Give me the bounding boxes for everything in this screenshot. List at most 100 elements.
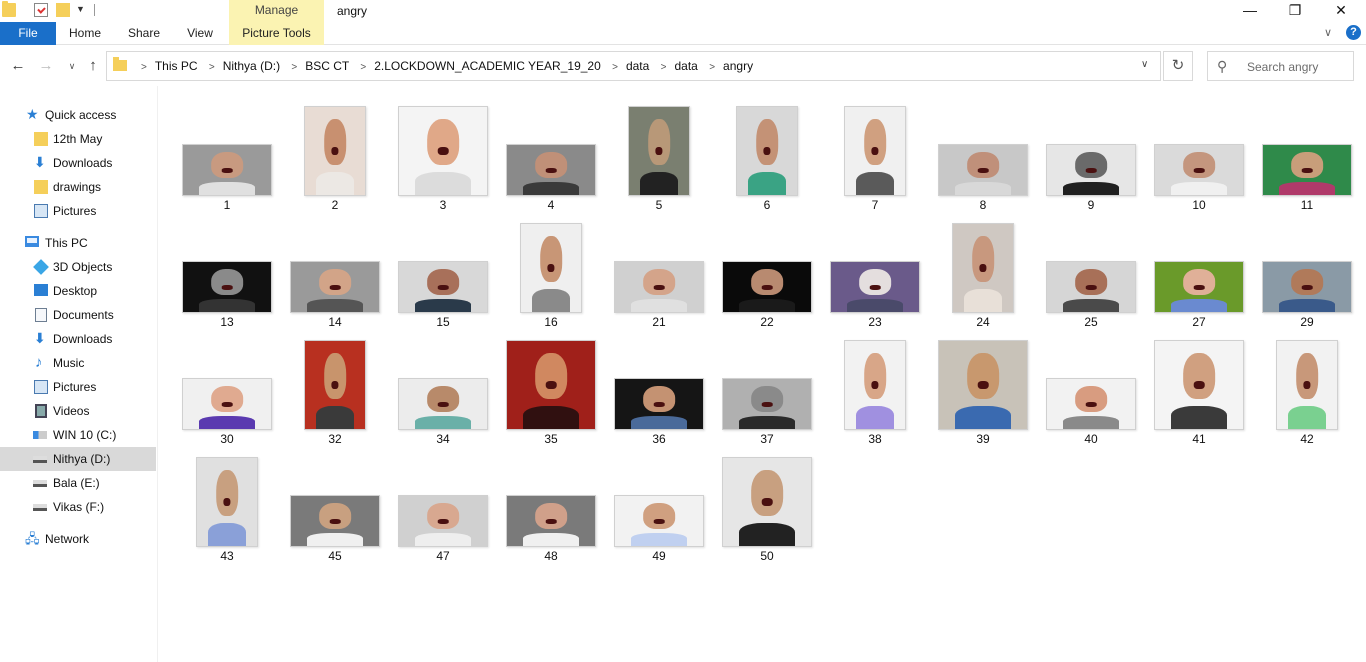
sidebar-item-quick-access[interactable]: ★ Quick access [0,103,156,127]
breadcrumb-separator[interactable]: > [612,62,618,73]
file-item[interactable]: 9 [1037,96,1145,213]
breadcrumb-item[interactable]: data [626,59,649,73]
close-button[interactable]: ✕ [1318,0,1364,22]
file-item[interactable]: 48 [497,447,605,564]
file-item[interactable]: 7 [821,96,929,213]
file-item[interactable]: 5 [605,96,713,213]
tab-share[interactable]: Share [116,22,172,45]
recent-locations-chevron-icon[interactable]: ∨ [62,56,82,76]
file-item[interactable]: 25 [1037,213,1145,330]
breadcrumb-item[interactable]: data [675,59,698,73]
folder-icon[interactable] [2,1,16,17]
file-item[interactable]: 36 [605,330,713,447]
breadcrumb-separator[interactable]: > [141,62,147,73]
file-item[interactable]: 27 [1145,213,1253,330]
tab-picture-tools[interactable]: Picture Tools [229,22,324,45]
breadcrumb-item-current[interactable]: angry [723,59,753,73]
file-item[interactable]: 1 [173,96,281,213]
breadcrumb-item[interactable]: Nithya (D:) [223,59,280,73]
file-item[interactable]: 34 [389,330,497,447]
breadcrumb-separator[interactable]: > [360,62,366,73]
file-item[interactable]: 23 [821,213,929,330]
file-item[interactable]: 35 [497,330,605,447]
file-item[interactable]: 14 [281,213,389,330]
file-item[interactable]: 24 [929,213,1037,330]
restore-button[interactable]: ❐ [1272,0,1318,22]
file-item[interactable]: 22 [713,213,821,330]
file-item[interactable]: 37 [713,330,821,447]
file-item[interactable]: 29 [1253,213,1361,330]
sidebar-item-nithya-d[interactable]: Nithya (D:) [0,447,156,471]
back-arrow-icon[interactable]: ← [8,56,28,76]
sidebar-item-pictures-pc[interactable]: Pictures [0,375,156,399]
tab-manage[interactable]: Manage [229,0,324,22]
photo-subject-body [1287,406,1327,429]
tab-home[interactable]: Home [58,22,112,45]
file-item[interactable]: 32 [281,330,389,447]
file-item[interactable]: 15 [389,213,497,330]
file-item[interactable]: 4 [497,96,605,213]
file-item[interactable]: 10 [1145,96,1253,213]
file-item[interactable]: 39 [929,330,1037,447]
breadcrumb-item[interactable]: 2.LOCKDOWN_ACADEMIC YEAR_19_20 [374,59,601,73]
sidebar-item-pictures[interactable]: Pictures [0,199,156,223]
breadcrumb-separator[interactable]: > [209,62,215,73]
image-thumbnail [196,457,258,547]
sidebar-item-12th-may[interactable]: 12th May [0,127,156,151]
search-input[interactable]: ⚲ Search angry [1207,51,1354,81]
file-item[interactable]: 49 [605,447,713,564]
expand-ribbon-chevron-icon[interactable]: ∨ [1324,26,1332,39]
sidebar-item-3d-objects[interactable]: 3D Objects [0,255,156,279]
photo-subject-body [855,406,895,429]
breadcrumb-separator[interactable]: > [291,62,297,73]
breadcrumb-item[interactable]: BSC CT [305,59,349,73]
new-folder-icon[interactable] [56,3,70,17]
sidebar-item-bala-e[interactable]: Bala (E:) [0,471,156,495]
customize-quick-access-chevron-icon[interactable]: ▼ [76,4,85,14]
sidebar-item-this-pc[interactable]: This PC [0,231,156,255]
address-bar[interactable]: > This PC > Nithya (D:) > BSC CT >2.LOCKDOW… [106,51,1161,81]
sidebar-item-videos[interactable]: Videos [0,399,156,423]
help-icon[interactable]: ? [1346,25,1361,40]
file-item[interactable]: 43 [173,447,281,564]
sidebar-item-music[interactable]: ♪ Music [0,351,156,375]
file-item[interactable]: 16 [497,213,605,330]
tab-file[interactable]: File [0,22,56,45]
file-item[interactable]: 47 [389,447,497,564]
image-thumbnail [398,106,488,196]
photo-subject-face [211,269,243,295]
minimize-button[interactable]: — [1227,0,1273,22]
file-item[interactable]: 13 [173,213,281,330]
file-item[interactable]: 50 [713,447,821,564]
forward-arrow-icon[interactable]: → [36,56,56,76]
file-item[interactable]: 45 [281,447,389,564]
up-arrow-icon[interactable]: ↑ [83,56,103,76]
properties-icon[interactable] [34,3,48,17]
file-item[interactable]: 40 [1037,330,1145,447]
file-item[interactable]: 3 [389,96,497,213]
address-history-chevron-icon[interactable]: ∨ [1141,59,1148,70]
breadcrumb-separator[interactable]: > [661,62,667,73]
breadcrumb-item[interactable]: This PC [155,59,198,73]
file-item[interactable]: 42 [1253,330,1361,447]
tab-view[interactable]: View [176,22,224,45]
sidebar-item-downloads-pc[interactable]: ⬇ Downloads [0,327,156,351]
sidebar-item-vikas-f[interactable]: Vikas (F:) [0,495,156,519]
file-item[interactable]: 38 [821,330,929,447]
file-item[interactable]: 30 [173,330,281,447]
sidebar-item-desktop[interactable]: Desktop [0,279,156,303]
sidebar-item-downloads[interactable]: ⬇ Downloads [0,151,156,175]
sidebar-item-network[interactable]: 🖧 Network [0,527,156,551]
file-item[interactable]: 6 [713,96,821,213]
file-item[interactable]: 41 [1145,330,1253,447]
sidebar-item-drawings[interactable]: drawings [0,175,156,199]
file-item[interactable]: 8 [929,96,1037,213]
refresh-button[interactable]: ↻ [1163,51,1193,81]
file-item[interactable]: 2 [281,96,389,213]
photo-subject-body [630,416,688,429]
file-item[interactable]: 21 [605,213,713,330]
sidebar-item-documents[interactable]: Documents [0,303,156,327]
file-item[interactable]: 11 [1253,96,1361,213]
sidebar-item-win10-c[interactable]: WIN 10 (C:) [0,423,156,447]
breadcrumb-separator[interactable]: > [709,62,715,73]
